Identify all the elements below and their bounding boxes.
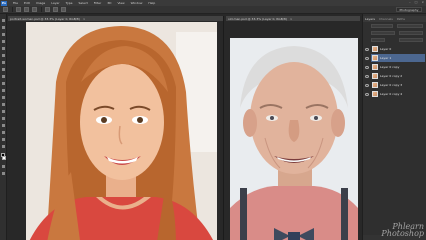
visibility-eye-icon[interactable] bbox=[365, 83, 369, 87]
crop-tool-icon[interactable] bbox=[1, 46, 6, 51]
old-man-portrait-image bbox=[230, 38, 358, 240]
visibility-eye-icon[interactable] bbox=[365, 56, 369, 60]
eyedropper-tool-icon[interactable] bbox=[1, 53, 6, 58]
document-window-woman: portrait-woman.psd @ 33.3% (Layer 0, RGB… bbox=[8, 16, 224, 240]
workspace-select[interactable]: Photography bbox=[396, 7, 422, 12]
menu-select[interactable]: Select bbox=[79, 1, 88, 5]
screen-mode-icon[interactable] bbox=[1, 171, 6, 176]
menu-edit[interactable]: Edit bbox=[24, 1, 30, 5]
option-button-1[interactable] bbox=[16, 7, 21, 12]
brush-tool-icon[interactable] bbox=[1, 67, 6, 72]
eraser-tool-icon[interactable] bbox=[1, 88, 6, 93]
path-select-tool-icon[interactable] bbox=[1, 123, 6, 128]
type-tool-icon[interactable] bbox=[1, 116, 6, 121]
blend-mode-select[interactable] bbox=[371, 31, 395, 35]
window-controls: – □ × bbox=[409, 0, 424, 4]
healing-brush-tool-icon[interactable] bbox=[1, 60, 6, 65]
tab-channels[interactable]: Channels bbox=[379, 17, 393, 21]
photoshop-logo: Ps bbox=[1, 0, 7, 6]
options-separator bbox=[12, 7, 13, 12]
right-panel-dock: Layers Channels Paths Layer 0 Layer 1 La… bbox=[362, 14, 426, 240]
gradient-tool-icon[interactable] bbox=[1, 95, 6, 100]
layers-panel-tabs: Layers Channels Paths bbox=[363, 16, 426, 22]
layer-row[interactable]: Layer 0 copy 3 bbox=[365, 81, 425, 89]
option-button-6[interactable] bbox=[61, 7, 66, 12]
layer-name: Layer 1 bbox=[380, 56, 392, 60]
canvas-woman-portrait[interactable] bbox=[26, 22, 217, 240]
tab-paths[interactable]: Paths bbox=[397, 17, 405, 21]
move-tool-icon[interactable] bbox=[1, 18, 6, 23]
option-button-4[interactable] bbox=[45, 7, 50, 12]
woman-portrait-image bbox=[26, 22, 217, 240]
clone-stamp-tool-icon[interactable] bbox=[1, 74, 6, 79]
option-button-2[interactable] bbox=[24, 7, 29, 12]
close-icon[interactable]: × bbox=[421, 0, 424, 4]
options-bar: Photography bbox=[0, 6, 426, 14]
menu-type[interactable]: Type bbox=[66, 1, 73, 5]
menu-window[interactable]: Window bbox=[131, 1, 143, 5]
lock-icons[interactable] bbox=[371, 38, 385, 42]
layer-thumbnail bbox=[372, 82, 378, 88]
menu-3d[interactable]: 3D bbox=[107, 1, 111, 5]
layer-name: Layer 0 copy 2 bbox=[380, 74, 403, 78]
layer-filter-icons[interactable] bbox=[397, 24, 423, 28]
layer-row[interactable]: Layer 0 copy 4 bbox=[365, 90, 425, 98]
dodge-tool-icon[interactable] bbox=[1, 102, 6, 107]
document-tab[interactable]: portrait-woman.psd @ 33.3% (Layer 0, RGB… bbox=[8, 16, 223, 21]
pen-tool-icon[interactable] bbox=[1, 109, 6, 114]
layer-row-selected[interactable]: Layer 1 bbox=[365, 54, 425, 62]
menu-file[interactable]: File bbox=[13, 1, 18, 5]
hand-tool-icon[interactable] bbox=[1, 137, 6, 142]
layer-name: Layer 0 bbox=[380, 47, 392, 51]
menu-view[interactable]: View bbox=[117, 1, 124, 5]
visibility-eye-icon[interactable] bbox=[365, 92, 369, 96]
history-brush-tool-icon[interactable] bbox=[1, 81, 6, 86]
opacity-field[interactable] bbox=[399, 31, 423, 35]
layer-thumbnail bbox=[372, 64, 378, 70]
shape-tool-icon[interactable] bbox=[1, 130, 6, 135]
quick-mask-icon[interactable] bbox=[1, 164, 6, 169]
layer-row[interactable]: Layer 0 copy 2 bbox=[365, 72, 425, 80]
toolbox bbox=[0, 14, 7, 240]
layer-thumbnail bbox=[372, 91, 378, 97]
option-button-5[interactable] bbox=[53, 7, 58, 12]
visibility-eye-icon[interactable] bbox=[365, 65, 369, 69]
tool-preset-button[interactable] bbox=[3, 7, 8, 12]
layer-thumbnail bbox=[372, 46, 378, 52]
close-tab-icon[interactable]: × bbox=[83, 17, 86, 21]
document-tab-title: portrait-woman.psd @ 33.3% (Layer 0, RGB… bbox=[10, 16, 80, 21]
layer-name: Layer 0 copy 3 bbox=[380, 83, 403, 87]
option-button-3[interactable] bbox=[32, 7, 37, 12]
background-color-swatch[interactable] bbox=[2, 156, 6, 160]
visibility-eye-icon[interactable] bbox=[365, 47, 369, 51]
document-window-old-man: old-man.psd @ 33.3% (Layer 0, RGB/8) × bbox=[226, 16, 360, 240]
visibility-eye-icon[interactable] bbox=[365, 74, 369, 78]
tab-layers[interactable]: Layers bbox=[365, 17, 375, 21]
quick-select-tool-icon[interactable] bbox=[1, 39, 6, 44]
menu-layer[interactable]: Layer bbox=[51, 1, 59, 5]
layer-row[interactable]: Layer 0 bbox=[365, 45, 425, 53]
minimize-icon[interactable]: – bbox=[409, 0, 411, 4]
layer-name: Layer 0 copy 4 bbox=[380, 92, 403, 96]
layer-name: Layer 0 copy bbox=[380, 65, 400, 69]
zoom-tool-icon[interactable] bbox=[1, 144, 6, 149]
menu-help[interactable]: Help bbox=[148, 1, 155, 5]
marquee-tool-icon[interactable] bbox=[1, 25, 6, 30]
options-separator bbox=[41, 7, 42, 12]
lasso-tool-icon[interactable] bbox=[1, 32, 6, 37]
document-tab[interactable]: old-man.psd @ 33.3% (Layer 0, RGB/8) × bbox=[226, 16, 360, 21]
menu-filter[interactable]: Filter bbox=[94, 1, 101, 5]
watermark: Phlearn Photoshop bbox=[381, 223, 424, 238]
fill-field[interactable] bbox=[399, 38, 423, 42]
layer-thumbnail bbox=[372, 73, 378, 79]
canvas-old-man-portrait[interactable] bbox=[230, 38, 358, 240]
document-tab-title: old-man.psd @ 33.3% (Layer 0, RGB/8) bbox=[228, 16, 287, 21]
close-tab-icon[interactable]: × bbox=[290, 17, 293, 21]
menu-image[interactable]: Image bbox=[36, 1, 45, 5]
watermark-line-2: Photoshop bbox=[381, 229, 424, 238]
layer-thumbnail bbox=[372, 55, 378, 61]
layer-filter-select[interactable] bbox=[371, 24, 393, 28]
maximize-icon[interactable]: □ bbox=[415, 0, 418, 4]
layer-row[interactable]: Layer 0 copy bbox=[365, 63, 425, 71]
